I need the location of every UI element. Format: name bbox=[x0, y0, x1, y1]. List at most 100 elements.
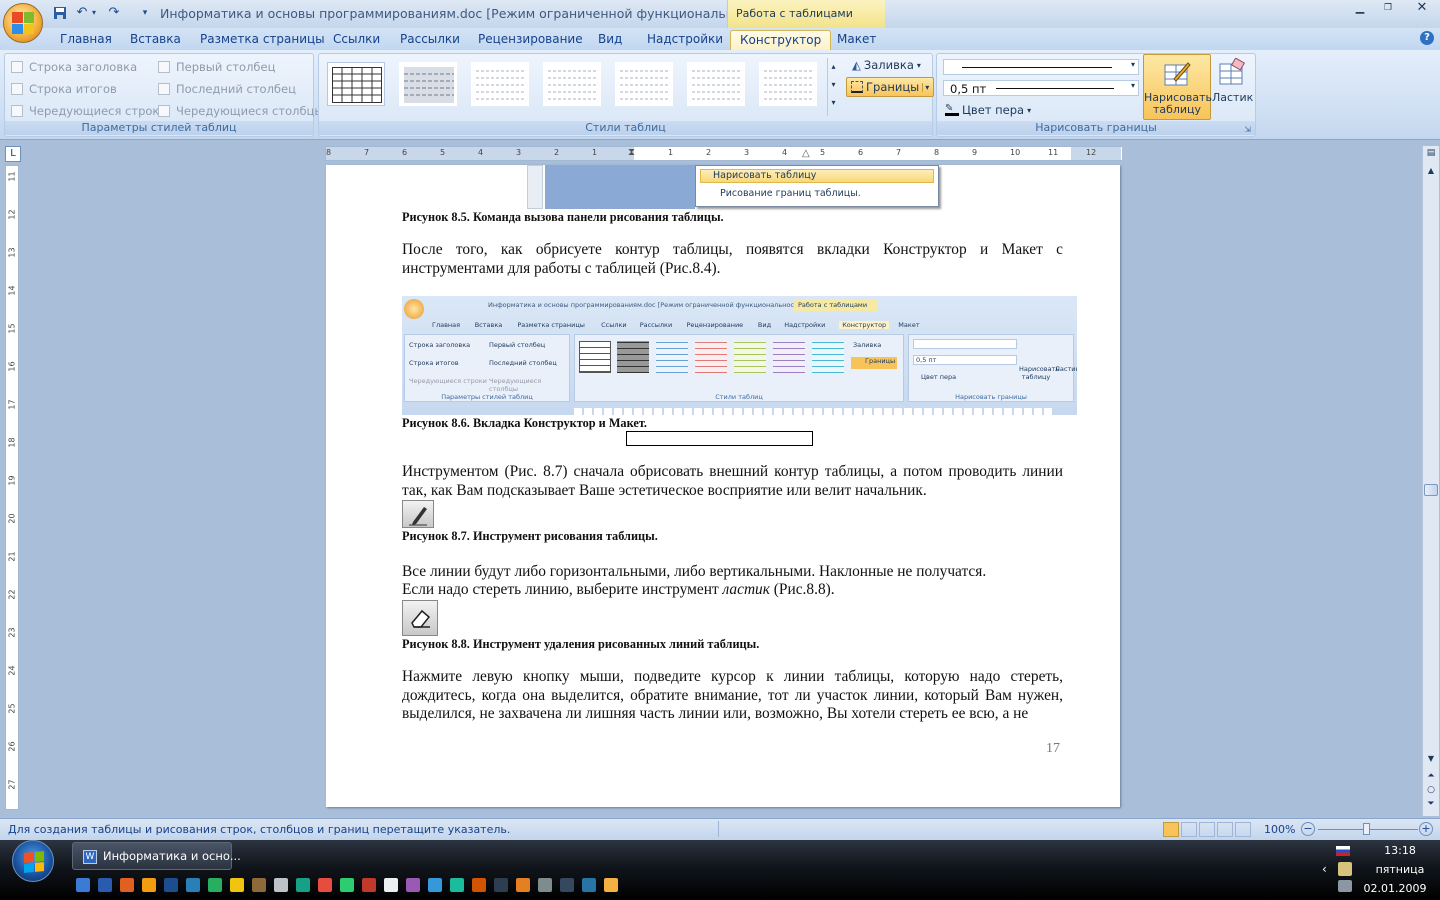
document-page[interactable]: Нарисовать таблицу Рисование границ табл… bbox=[326, 165, 1120, 807]
quick-launch-icon[interactable] bbox=[560, 878, 574, 892]
quick-launch-icon[interactable] bbox=[428, 878, 442, 892]
styles-scroll[interactable]: ▴ ▾ ▾ bbox=[827, 58, 839, 116]
tab-page-layout[interactable]: Разметка страницы bbox=[191, 30, 334, 50]
tab-layout[interactable]: Макет bbox=[828, 30, 885, 50]
browse-object-icon[interactable]: ○ bbox=[1424, 784, 1438, 796]
quick-launch-icon[interactable] bbox=[450, 878, 464, 892]
quick-launch-icon[interactable] bbox=[406, 878, 420, 892]
tab-references[interactable]: Ссылки bbox=[324, 30, 389, 50]
quick-launch-icon[interactable] bbox=[516, 878, 530, 892]
header-row-checkbox[interactable]: Строка заголовка bbox=[11, 60, 137, 74]
quick-launch-icon[interactable] bbox=[186, 878, 200, 892]
next-page-icon[interactable]: ⏷ bbox=[1424, 798, 1438, 810]
table-style-light-4[interactable] bbox=[687, 62, 745, 106]
outline-view-icon[interactable] bbox=[1217, 822, 1233, 837]
tab-review[interactable]: Рецензирование bbox=[469, 30, 592, 50]
shading-button[interactable]: ◭ Заливка ▾ bbox=[848, 56, 925, 74]
undo-icon[interactable]: ↶ bbox=[74, 5, 90, 21]
dialog-launcher-icon[interactable]: ⇲ bbox=[1244, 125, 1251, 134]
quick-launch-icon[interactable] bbox=[340, 878, 354, 892]
taskbar-word-window[interactable]: W Информатика и осно... bbox=[72, 842, 241, 870]
last-column-checkbox[interactable]: Последний столбец bbox=[158, 82, 296, 96]
quick-launch-icon[interactable] bbox=[274, 878, 288, 892]
quick-launch-icon[interactable] bbox=[384, 878, 398, 892]
total-row-checkbox[interactable]: Строка итогов bbox=[11, 82, 117, 96]
quick-launch-icon[interactable] bbox=[120, 878, 134, 892]
pen-weight-dropdown[interactable]: 0,5 пт ▾ bbox=[943, 80, 1139, 96]
eraser-button[interactable]: Ластик bbox=[1212, 54, 1253, 120]
quick-launch-icon[interactable] bbox=[76, 878, 90, 892]
office-button[interactable] bbox=[3, 3, 43, 43]
quick-launch-icon[interactable] bbox=[296, 878, 310, 892]
quick-launch-icon[interactable] bbox=[318, 878, 332, 892]
quick-launch-icon[interactable] bbox=[164, 878, 178, 892]
table-style-light-5[interactable] bbox=[759, 62, 817, 106]
customize-qat-icon[interactable]: ▾ bbox=[137, 5, 153, 21]
scroll-thumb[interactable] bbox=[1424, 484, 1438, 496]
help-icon[interactable]: ? bbox=[1420, 31, 1434, 45]
empty-text-box[interactable] bbox=[626, 431, 813, 446]
quick-launch-icon[interactable] bbox=[142, 878, 156, 892]
tab-insert[interactable]: Вставка bbox=[121, 30, 190, 50]
quick-launch-icon[interactable] bbox=[252, 878, 266, 892]
quick-launch-icon[interactable] bbox=[472, 878, 486, 892]
pen-color-button[interactable]: ✎ Цвет пера ▾ bbox=[941, 101, 1035, 119]
draft-view-icon[interactable] bbox=[1235, 822, 1251, 837]
table-style-light-2[interactable] bbox=[543, 62, 601, 106]
tab-home[interactable]: Главная bbox=[51, 30, 121, 50]
quick-launch-icon[interactable] bbox=[362, 878, 376, 892]
zoom-slider-thumb[interactable] bbox=[1363, 823, 1370, 835]
quick-launch-icon[interactable] bbox=[538, 878, 552, 892]
clock-day[interactable]: пятница bbox=[1370, 863, 1430, 876]
tab-mailings[interactable]: Рассылки bbox=[391, 30, 469, 50]
scroll-down-icon[interactable]: ▼ bbox=[1424, 752, 1438, 766]
redo-icon[interactable]: ↷ bbox=[106, 5, 122, 21]
zoom-out-icon[interactable]: − bbox=[1301, 822, 1315, 836]
table-style-light-1[interactable] bbox=[471, 62, 529, 106]
quick-launch-icon[interactable] bbox=[604, 878, 618, 892]
banded-columns-checkbox[interactable]: Чередующиеся столбцы bbox=[158, 104, 323, 118]
quick-launch-icon[interactable] bbox=[208, 878, 222, 892]
quick-launch-icon[interactable] bbox=[494, 878, 508, 892]
clock-time[interactable]: 13:18 bbox=[1370, 844, 1430, 857]
vertical-scrollbar[interactable]: ▤ ▲ ▼ ⏶ ○ ⏷ bbox=[1422, 146, 1439, 816]
quick-launch-icon[interactable] bbox=[582, 878, 596, 892]
show-hidden-icons-icon[interactable]: ‹ bbox=[1322, 862, 1327, 876]
pen-style-dropdown[interactable]: ▾ bbox=[943, 59, 1139, 75]
borders-button[interactable]: Границы ▾ bbox=[846, 77, 935, 97]
previous-page-icon[interactable]: ⏶ bbox=[1424, 770, 1438, 782]
table-style-medium[interactable] bbox=[399, 62, 457, 106]
zoom-in-icon[interactable]: + bbox=[1419, 822, 1433, 836]
indent-marker-icon[interactable]: ⧗ bbox=[628, 147, 635, 158]
tab-selector[interactable]: L bbox=[5, 146, 21, 162]
scroll-up-icon[interactable]: ▲ bbox=[1424, 164, 1438, 178]
quick-launch-icon[interactable] bbox=[230, 878, 244, 892]
first-column-checkbox[interactable]: Первый столбец bbox=[158, 60, 275, 74]
table-style-grid[interactable] bbox=[327, 62, 385, 106]
tab-addins[interactable]: Надстройки bbox=[638, 30, 732, 50]
clock-date[interactable]: 02.01.2009 bbox=[1360, 882, 1430, 895]
start-button[interactable] bbox=[12, 840, 54, 882]
save-icon[interactable] bbox=[52, 5, 68, 21]
restore-button[interactable]: ❐ bbox=[1374, 0, 1402, 18]
minimize-button[interactable]: ▁ bbox=[1346, 0, 1374, 18]
tab-design[interactable]: Конструктор bbox=[730, 30, 832, 50]
web-layout-view-icon[interactable] bbox=[1199, 822, 1215, 837]
draw-table-button[interactable]: Нарисовать таблицу bbox=[1143, 54, 1212, 120]
language-flag-icon[interactable] bbox=[1336, 846, 1350, 856]
banded-rows-checkbox[interactable]: Чередующиеся строки bbox=[11, 104, 167, 118]
print-layout-view-icon[interactable] bbox=[1163, 822, 1179, 837]
table-style-light-3[interactable] bbox=[615, 62, 673, 106]
network-icon[interactable] bbox=[1338, 862, 1352, 876]
volume-icon[interactable] bbox=[1338, 880, 1352, 892]
full-screen-view-icon[interactable] bbox=[1181, 822, 1197, 837]
quick-launch-icon[interactable] bbox=[98, 878, 112, 892]
close-button[interactable]: ✕ bbox=[1408, 0, 1436, 18]
undo-dropdown-icon[interactable]: ▾ bbox=[90, 5, 98, 21]
horizontal-ruler[interactable]: 8 7 6 5 4 3 2 1 1 2 3 4 5 6 7 8 9 10 11 12 ⧗ △ bbox=[325, 146, 1122, 161]
zoom-level[interactable]: 100% bbox=[1264, 823, 1295, 836]
tab-view[interactable]: Вид bbox=[589, 30, 631, 50]
vertical-ruler[interactable]: 11 12 13 14 15 16 17 18 19 20 21 22 23 24 25 26 27 bbox=[5, 165, 19, 810]
right-indent-marker-icon[interactable]: △ bbox=[802, 148, 810, 159]
ruler-toggle-icon[interactable]: ▤ bbox=[1424, 148, 1438, 162]
